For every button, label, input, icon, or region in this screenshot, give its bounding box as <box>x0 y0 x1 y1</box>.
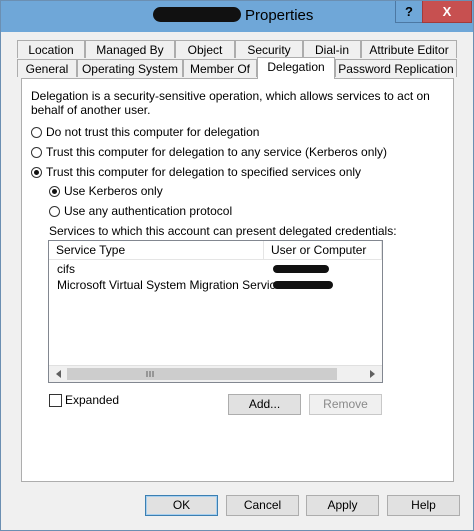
tab-managed-by[interactable]: Managed By <box>85 40 175 58</box>
radio-any-auth-protocol-label[interactable]: Use any authentication protocol <box>64 204 232 218</box>
tab-security[interactable]: Security <box>235 40 303 58</box>
redacted-computer-name <box>153 7 241 22</box>
title-bar[interactable]: Properties ? X <box>1 1 473 32</box>
tab-delegation[interactable]: Delegation <box>257 57 335 79</box>
radio-any-service-label[interactable]: Trust this computer for delegation to an… <box>46 145 387 159</box>
add-button[interactable]: Add... <box>228 394 301 415</box>
delegation-description-line1: Delegation is a security-sensitive opera… <box>31 89 430 103</box>
ok-button[interactable]: OK <box>145 495 218 516</box>
remove-button[interactable]: Remove <box>309 394 382 415</box>
column-header-user-or-computer[interactable]: User or Computer <box>264 241 382 260</box>
scroll-thumb <box>67 368 337 380</box>
radio-kerberos-only[interactable] <box>49 186 60 197</box>
expanded-checkbox[interactable] <box>49 394 62 407</box>
tab-location[interactable]: Location <box>17 40 85 58</box>
apply-button[interactable]: Apply <box>306 495 379 516</box>
tab-member-of[interactable]: Member Of <box>183 59 257 77</box>
tab-object[interactable]: Object <box>175 40 235 58</box>
tab-dial-in[interactable]: Dial-in <box>303 40 361 58</box>
expanded-label[interactable]: Expanded <box>65 393 119 407</box>
tab-operating-system[interactable]: Operating System <box>77 59 183 77</box>
properties-dialog: Properties ? X Location Managed By Objec… <box>0 0 474 531</box>
horizontal-scrollbar[interactable] <box>49 365 382 382</box>
tab-attribute-editor[interactable]: Attribute Editor <box>361 40 457 58</box>
list-item-service[interactable]: Microsoft Virtual System Migration Servi… <box>57 278 282 292</box>
help-button[interactable]: Help <box>387 495 460 516</box>
scroll-left-icon <box>56 370 61 378</box>
column-header-service-type[interactable]: Service Type <box>49 241 264 260</box>
services-list[interactable]: Service Type User or Computer cifs Micro… <box>48 240 383 383</box>
radio-no-delegation[interactable] <box>31 127 42 138</box>
redacted-computer-value <box>273 281 333 289</box>
radio-any-service[interactable] <box>31 147 42 158</box>
window-title: Properties <box>245 7 314 24</box>
radio-no-delegation-label[interactable]: Do not trust this computer for delegatio… <box>46 125 259 139</box>
tab-password-replication[interactable]: Password Replication <box>335 59 457 77</box>
radio-any-auth-protocol[interactable] <box>49 206 60 217</box>
services-list-label: Services to which this account can prese… <box>49 224 397 238</box>
radio-specified-services[interactable] <box>31 167 42 178</box>
help-title-button[interactable]: ? <box>395 1 423 23</box>
scroll-right-icon <box>370 370 375 378</box>
delegation-description-line2: behalf of another user. <box>31 103 151 117</box>
radio-specified-services-label[interactable]: Trust this computer for delegation to sp… <box>46 165 361 179</box>
tab-general[interactable]: General <box>17 59 77 77</box>
close-button[interactable]: X <box>422 1 472 23</box>
redacted-computer-value <box>273 265 329 273</box>
list-item-service[interactable]: cifs <box>57 262 75 276</box>
radio-kerberos-only-label[interactable]: Use Kerberos only <box>64 184 163 198</box>
cancel-button[interactable]: Cancel <box>226 495 299 516</box>
